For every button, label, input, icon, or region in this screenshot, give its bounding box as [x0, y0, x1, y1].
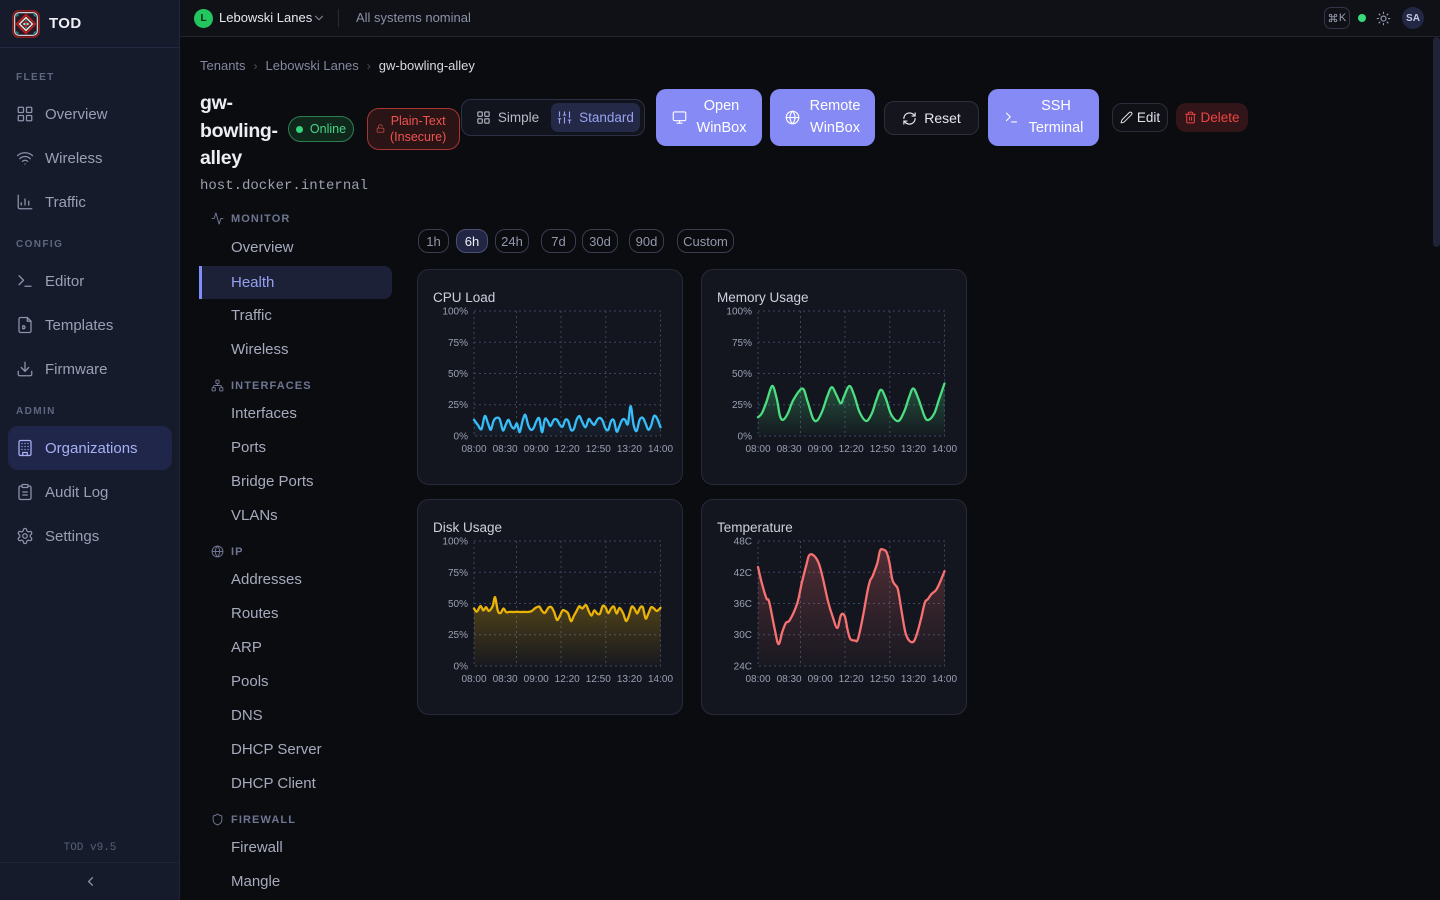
svg-text:0%: 0%: [738, 432, 753, 443]
svg-text:42C: 42C: [734, 568, 752, 579]
svg-text:12:50: 12:50: [586, 674, 611, 685]
svg-text:75%: 75%: [448, 568, 468, 579]
svg-text:50%: 50%: [448, 369, 468, 380]
svg-text:12:20: 12:20: [839, 674, 864, 685]
svg-text:24C: 24C: [734, 662, 752, 673]
svg-text:30C: 30C: [734, 630, 752, 641]
svg-text:08:00: 08:00: [745, 674, 770, 685]
svg-text:12:20: 12:20: [555, 674, 580, 685]
svg-text:50%: 50%: [448, 599, 468, 610]
svg-text:12:50: 12:50: [586, 444, 611, 455]
svg-text:12:50: 12:50: [870, 444, 895, 455]
svg-text:Temperature: Temperature: [717, 520, 793, 535]
svg-text:08:30: 08:30: [777, 444, 802, 455]
svg-text:100%: 100%: [726, 307, 752, 318]
svg-text:13:20: 13:20: [901, 674, 926, 685]
svg-text:13:20: 13:20: [617, 674, 642, 685]
svg-text:08:30: 08:30: [493, 674, 518, 685]
svg-text:Memory Usage: Memory Usage: [717, 290, 809, 305]
svg-text:14:00: 14:00: [648, 444, 673, 455]
svg-text:50%: 50%: [732, 369, 752, 380]
svg-text:36C: 36C: [734, 599, 752, 610]
svg-text:Disk Usage: Disk Usage: [433, 520, 502, 535]
svg-text:08:00: 08:00: [461, 674, 486, 685]
svg-text:08:00: 08:00: [745, 444, 770, 455]
svg-text:14:00: 14:00: [648, 674, 673, 685]
svg-text:25%: 25%: [732, 400, 752, 411]
svg-text:25%: 25%: [448, 630, 468, 641]
svg-text:13:20: 13:20: [901, 444, 926, 455]
svg-text:14:00: 14:00: [932, 674, 957, 685]
svg-text:08:30: 08:30: [777, 674, 802, 685]
svg-text:08:00: 08:00: [461, 444, 486, 455]
svg-text:0%: 0%: [454, 432, 469, 443]
svg-text:09:00: 09:00: [808, 674, 833, 685]
svg-text:09:00: 09:00: [524, 674, 549, 685]
svg-text:75%: 75%: [448, 338, 468, 349]
svg-text:100%: 100%: [442, 537, 468, 548]
svg-text:CPU Load: CPU Load: [433, 290, 495, 305]
svg-text:12:20: 12:20: [839, 444, 864, 455]
svg-text:0%: 0%: [454, 662, 469, 673]
svg-text:08:30: 08:30: [493, 444, 518, 455]
svg-text:12:20: 12:20: [555, 444, 580, 455]
svg-text:100%: 100%: [442, 307, 468, 318]
svg-text:25%: 25%: [448, 400, 468, 411]
svg-text:75%: 75%: [732, 338, 752, 349]
svg-text:09:00: 09:00: [524, 444, 549, 455]
svg-text:48C: 48C: [734, 537, 752, 548]
svg-text:12:50: 12:50: [870, 674, 895, 685]
svg-text:13:20: 13:20: [617, 444, 642, 455]
svg-text:09:00: 09:00: [808, 444, 833, 455]
svg-text:14:00: 14:00: [932, 444, 957, 455]
